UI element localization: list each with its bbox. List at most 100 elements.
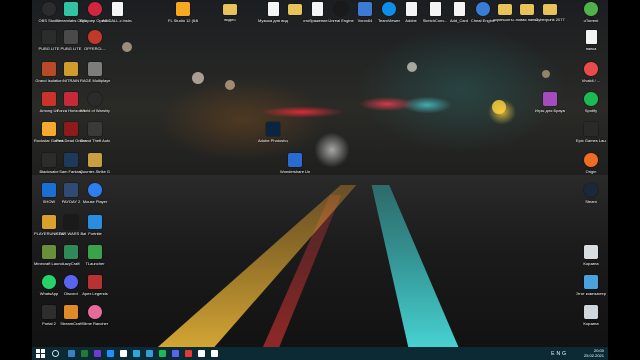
wallpaper-light bbox=[122, 42, 132, 52]
discord-icon[interactable] bbox=[172, 350, 179, 357]
desktop-icon[interactable]: видео bbox=[215, 2, 245, 22]
desktop-icon[interactable]: RAGE Multiplayer bbox=[80, 62, 110, 83]
desktop-icon[interactable]: World of Warships bbox=[80, 92, 110, 113]
taskbar: ENG 20:00 25.02.2021 bbox=[32, 347, 608, 360]
desktop-icon[interactable]: Grand Theft Auto V bbox=[80, 122, 110, 143]
vorox-icon bbox=[358, 2, 372, 16]
desktop-icon[interactable]: OFFERCL... bbox=[80, 30, 110, 51]
desktop-icon-label: TLauncher bbox=[85, 261, 105, 266]
opera-gx-icon[interactable] bbox=[185, 350, 192, 357]
desktop-icon-label: World of Warships bbox=[80, 108, 110, 113]
obs-icon[interactable] bbox=[198, 350, 205, 357]
desktop-icon[interactable]: Epic Games Launcher bbox=[576, 122, 606, 143]
desktop-icon-label: Музыка для видео bbox=[258, 18, 288, 23]
file-explorer-icon[interactable] bbox=[68, 350, 75, 357]
desktop-icon[interactable]: Корзина bbox=[576, 245, 606, 266]
clock-date: 25.02.2021 bbox=[583, 353, 604, 358]
star-wars-icon bbox=[64, 215, 78, 229]
desktop-icon-label: Apex Legends bbox=[82, 291, 108, 296]
show-icon bbox=[42, 183, 56, 197]
desktop-icon[interactable]: Этот компьютер bbox=[576, 275, 606, 296]
desktop-icon-label: Wondershare UniConverter bbox=[280, 169, 310, 174]
desktop-icon[interactable]: Cyberpunk 2077 bbox=[535, 2, 565, 22]
folder-icon bbox=[543, 4, 557, 15]
clock[interactable]: 20:00 25.02.2021 bbox=[584, 348, 604, 358]
pubg-icon bbox=[64, 30, 78, 44]
desktop-icon-label: Steam bbox=[585, 199, 597, 204]
pubg-icon bbox=[42, 215, 56, 229]
edge-icon[interactable] bbox=[107, 350, 114, 357]
streamcraft-icon bbox=[64, 305, 78, 319]
language-indicator[interactable]: ENG bbox=[551, 351, 568, 357]
desktop-icon-label: Origin bbox=[585, 169, 597, 174]
desktop-icon[interactable]: Fortnite bbox=[80, 215, 110, 236]
wallpaper-light bbox=[192, 72, 204, 84]
warships-icon bbox=[88, 92, 102, 106]
payday-icon bbox=[64, 183, 78, 197]
desktop-icon[interactable]: Игры для Браузера bbox=[535, 92, 565, 113]
folder-icon bbox=[288, 4, 302, 15]
desktop-icon-label: Корзина bbox=[583, 261, 599, 266]
this-pc-icon bbox=[584, 275, 598, 289]
desktop-icon-label: OFFERCL... bbox=[83, 46, 106, 51]
desktop-icon-label: FL Studio 12 (64bit) bbox=[168, 18, 198, 23]
desktop-icon-label: видео bbox=[224, 17, 236, 22]
desktop-icon[interactable]: Корзина bbox=[576, 305, 606, 326]
winrar-icon bbox=[543, 92, 557, 106]
spotify-icon bbox=[584, 92, 598, 106]
game-icon bbox=[64, 153, 78, 167]
minecraft-icon bbox=[42, 245, 56, 259]
browser-icon[interactable] bbox=[146, 350, 153, 357]
desktop-icon[interactable]: Origin bbox=[576, 153, 606, 174]
fortnite-icon bbox=[88, 215, 102, 229]
desktop-icon-label: ASIDALL.c instruction... bbox=[102, 18, 132, 23]
desktop-icon[interactable]: ASIDALL.c instruction... bbox=[102, 2, 132, 23]
mail-icon[interactable] bbox=[133, 350, 140, 357]
windows-start-icon[interactable] bbox=[36, 349, 45, 358]
desktop-icon[interactable]: Vivaldi / ... bbox=[576, 62, 606, 83]
desktop-icon[interactable]: Counter-Strike Global Off... bbox=[80, 153, 110, 174]
blackwake-icon bbox=[42, 153, 56, 167]
desktop-icon[interactable]: Apex Legends bbox=[80, 275, 110, 296]
settings-icon[interactable] bbox=[211, 350, 218, 357]
desktop-wallpaper bbox=[32, 0, 608, 360]
system-tray[interactable]: ENG bbox=[551, 351, 568, 357]
fl-studio-icon bbox=[176, 2, 190, 16]
wallpaper-road bbox=[32, 175, 608, 360]
tlauncher-icon bbox=[88, 245, 102, 259]
desktop-icon-label: Grand Theft Auto V bbox=[80, 138, 110, 143]
desktop-icon[interactable]: папка bbox=[576, 30, 606, 51]
whatsapp-icon bbox=[42, 275, 56, 289]
desktop-icon[interactable]: Spotify bbox=[576, 92, 606, 113]
wallpaper-light bbox=[542, 70, 550, 78]
desktop-icon[interactable]: Wondershare UniConverter bbox=[280, 153, 310, 174]
spotify-icon[interactable] bbox=[159, 350, 166, 357]
desktop-icon[interactable]: Steam bbox=[576, 183, 606, 204]
desktop-icon[interactable]: TLauncher bbox=[80, 245, 110, 266]
folder-icon bbox=[223, 4, 237, 15]
document-icon bbox=[429, 2, 441, 16]
store-icon[interactable] bbox=[120, 350, 127, 357]
obs-icon bbox=[42, 2, 56, 16]
desktop-icon[interactable]: FL Studio 12 (64bit) bbox=[168, 2, 198, 23]
document-icon bbox=[267, 2, 279, 16]
wallpaper-light bbox=[225, 80, 235, 90]
desktop-icon-label: Fortnite bbox=[88, 231, 102, 236]
desktop-icon[interactable]: Adobe Photoshop bbox=[258, 122, 288, 143]
cheat-engine-icon bbox=[476, 2, 490, 16]
desktop-icon-label: Vivaldi / ... bbox=[581, 78, 601, 83]
folder-icon bbox=[498, 4, 512, 15]
document-icon bbox=[111, 2, 123, 16]
desktop-icon-label: Slime Rancher bbox=[81, 321, 109, 326]
photoshop-icon bbox=[266, 122, 280, 136]
search-icon[interactable] bbox=[52, 350, 59, 357]
desktop-icon-label: Cyberpunk 2077 bbox=[535, 17, 565, 22]
rage-mp-icon bbox=[88, 62, 102, 76]
steam-icon[interactable] bbox=[81, 350, 88, 357]
visual-studio-icon[interactable] bbox=[94, 350, 101, 357]
document-icon bbox=[405, 2, 417, 16]
desktop-icon[interactable]: Mouse Player bbox=[80, 183, 110, 204]
desktop-icon[interactable]: Slime Rancher bbox=[80, 305, 110, 326]
desktop-icon[interactable]: uTorrent bbox=[576, 2, 606, 23]
csgo-icon bbox=[88, 153, 102, 167]
